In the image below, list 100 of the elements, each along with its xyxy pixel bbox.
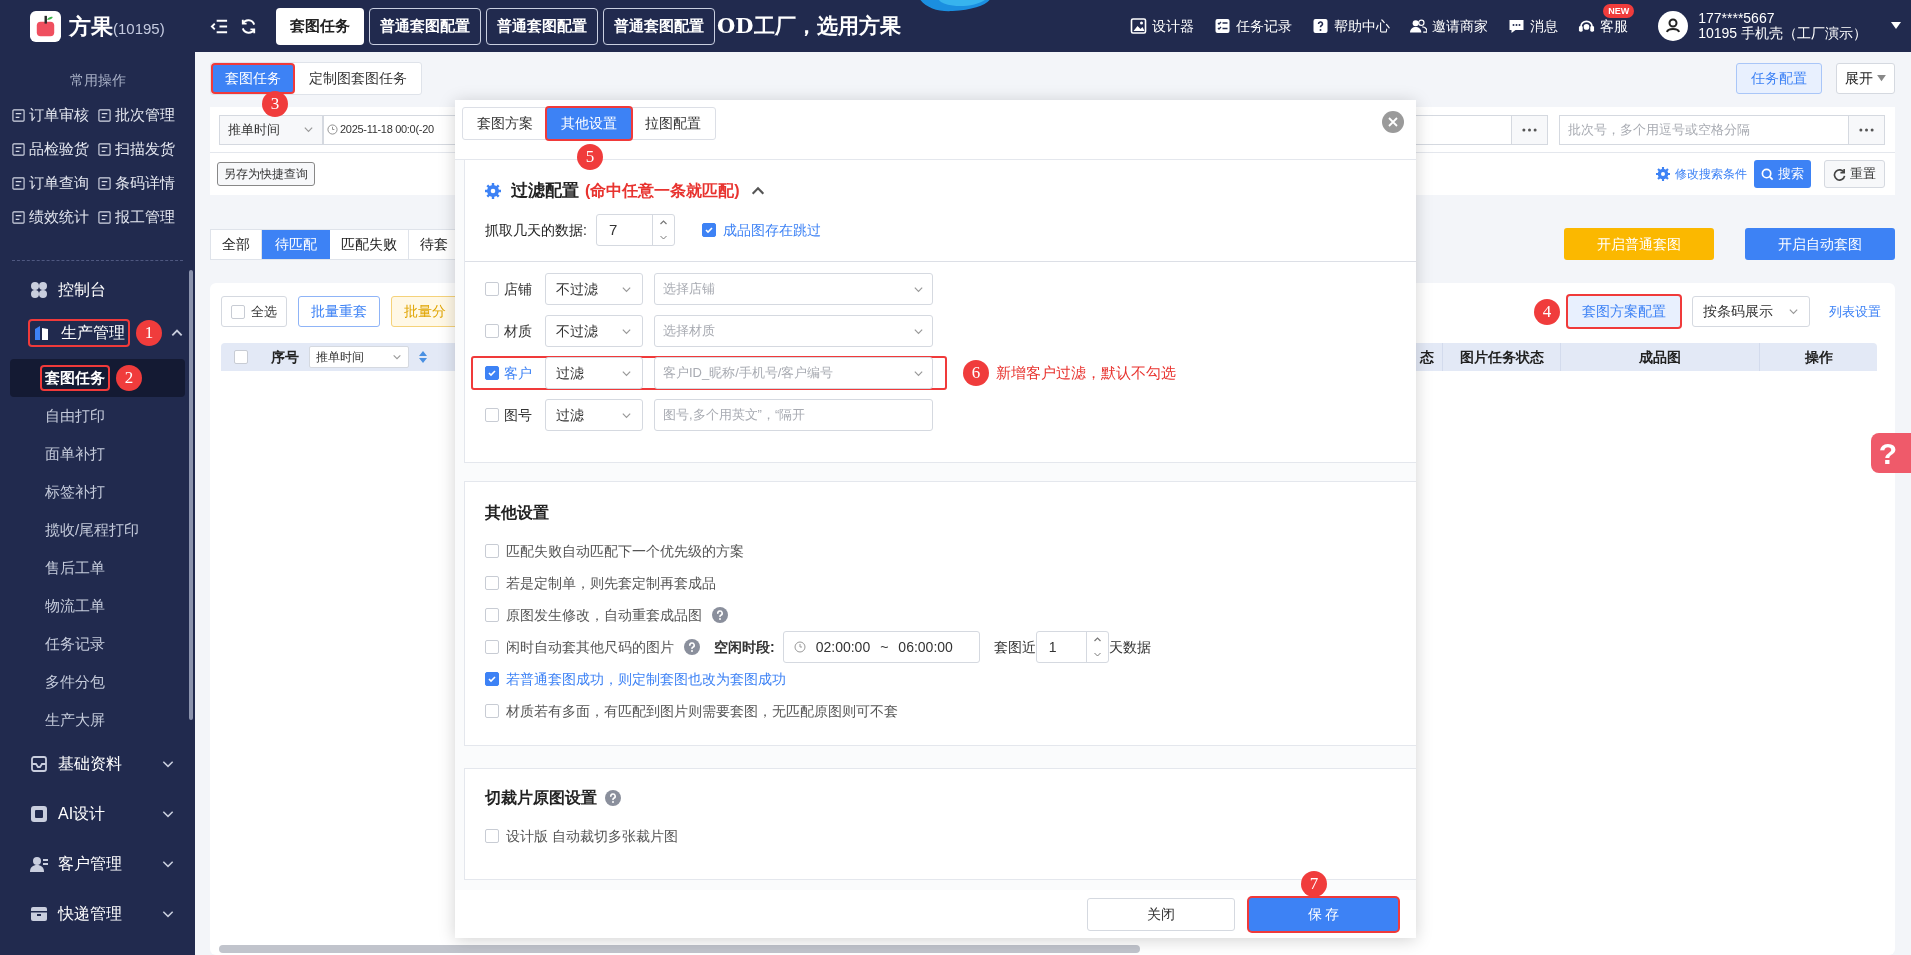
close-button[interactable]: 关闭 [1087, 897, 1235, 931]
save-button[interactable]: 保 存 [1249, 897, 1398, 931]
nav-link[interactable]: 邀请商家 [1432, 15, 1489, 37]
top-tab[interactable]: 普通套图配置 [603, 7, 715, 45]
sort-icon[interactable] [419, 351, 427, 363]
avatar-icon[interactable] [1658, 11, 1689, 41]
refresh-icon[interactable] [239, 16, 258, 36]
checkbox[interactable] [485, 829, 499, 843]
checkbox[interactable] [234, 350, 248, 364]
help-icon[interactable] [712, 607, 728, 623]
menu-item[interactable]: 基础资料 [30, 752, 122, 776]
menu-item[interactable]: 快递管理 [30, 902, 122, 926]
help-icon[interactable] [605, 790, 621, 806]
search-button[interactable]: 搜索 [1754, 160, 1811, 188]
quick-action[interactable]: 扫描发货 [114, 137, 175, 161]
quick-action[interactable]: 订单审核 [29, 103, 89, 127]
status-tab[interactable]: 待匹配 [262, 229, 330, 259]
chevron-down-icon [658, 233, 668, 242]
checkbox[interactable] [485, 282, 499, 296]
batch-input[interactable]: 批次号，多个用逗号或空格分隔 [1560, 115, 1848, 144]
checkbox[interactable] [701, 223, 716, 237]
checkbox[interactable] [485, 544, 499, 558]
input-field[interactable] [1416, 114, 1548, 145]
section-title: 其他设置 [485, 503, 550, 523]
action-button[interactable]: 开启自动套图 [1745, 228, 1895, 260]
option-label: 设计版 自动裁切多张裁片图 [506, 826, 678, 846]
checkbox[interactable] [485, 640, 499, 654]
edit-conditions-link[interactable]: 修改搜索条件 [1656, 165, 1747, 183]
column-header: 态 [1418, 347, 1435, 367]
caret-icon[interactable] [1891, 22, 1901, 30]
time-range-field[interactable]: 02:00:00 ~ 06:00:00 [782, 631, 980, 663]
gear-icon [485, 183, 501, 199]
quick-action[interactable]: 报工管理 [114, 205, 175, 229]
checkbox[interactable] [485, 672, 499, 686]
box-icon [30, 905, 48, 923]
checkbox[interactable] [485, 408, 499, 422]
submenu-item[interactable]: 生产大屏 [42, 708, 108, 732]
scrollbar-thumb[interactable] [219, 945, 1140, 953]
menu-item[interactable]: AI设计 [30, 802, 106, 826]
display-select[interactable]: 按条码展示 [1692, 296, 1810, 327]
submenu-item[interactable]: 揽收/尾程打印 [42, 518, 143, 542]
scrollbar-thumb[interactable] [189, 270, 193, 720]
submenu-item[interactable]: 标签补打 [42, 480, 108, 504]
mode-select[interactable]: 不过滤 [545, 273, 643, 305]
quick-action[interactable]: 绩效统计 [29, 205, 89, 229]
mode-select[interactable]: 过滤 [545, 357, 643, 389]
nav-link[interactable]: 任务记录 [1236, 15, 1293, 37]
reset-button[interactable]: 重置 [1824, 160, 1885, 188]
batch-field[interactable]: 批次号，多个用逗号或空格分隔 [1559, 114, 1885, 145]
quick-action[interactable]: 品检验货 [29, 137, 89, 161]
checkbox[interactable] [485, 576, 499, 590]
tray-icon [30, 755, 48, 773]
checkbox[interactable] [485, 608, 499, 622]
page-tab[interactable]: 套图任务 [213, 64, 293, 92]
menu-item[interactable]: 控制台 [30, 277, 106, 302]
top-tab[interactable]: 普通套图配置 [369, 7, 481, 45]
select-all-checkbox[interactable]: 全选 [221, 296, 287, 327]
number-input[interactable]: 7 [595, 214, 675, 246]
submenu-item[interactable]: 面单补打 [42, 442, 108, 466]
checkbox[interactable] [485, 324, 499, 338]
batch-button[interactable]: 批量重套 [298, 296, 380, 327]
more-button[interactable] [1511, 115, 1547, 144]
expand-button[interactable]: 展开 [1836, 62, 1895, 94]
top-tab[interactable]: 普通套图配置 [486, 7, 598, 45]
list-settings-link[interactable]: 列表设置 [1829, 301, 1881, 322]
page-tab[interactable]: 定制图套图任务 [297, 64, 419, 92]
submenu-item[interactable]: 套图任务 [42, 366, 108, 390]
checkbox[interactable] [485, 366, 499, 380]
submenu-item[interactable]: 售后工单 [42, 556, 108, 580]
submenu-item[interactable]: 多件分包 [42, 670, 108, 694]
mode-select[interactable]: 不过滤 [545, 315, 643, 347]
quick-action[interactable]: 订单查询 [29, 171, 89, 195]
sort-field-select[interactable]: 推单时间 [309, 346, 409, 368]
more-button[interactable] [1848, 115, 1884, 144]
nav-link[interactable]: 客服 [1600, 15, 1629, 37]
close-icon[interactable] [1382, 111, 1404, 133]
status-tab[interactable]: 匹配失败 [330, 229, 409, 259]
nav-link[interactable]: 设计器 [1152, 15, 1195, 37]
time-select[interactable]: 推单时间 [219, 114, 323, 145]
nav-link[interactable]: 消息 [1530, 15, 1559, 37]
dialog-tab[interactable]: 套图方案 [463, 108, 547, 139]
submenu-item[interactable]: 自由打印 [42, 404, 108, 428]
number-input[interactable]: 1 [1035, 631, 1109, 663]
quick-action[interactable]: 批次管理 [114, 103, 175, 127]
menu-item[interactable]: 生产管理 [30, 320, 128, 345]
save-query-button[interactable]: 另存为快捷查询 [217, 162, 315, 186]
help-icon[interactable] [684, 639, 700, 655]
menu-item[interactable]: 客户管理 [30, 852, 122, 876]
submenu-item[interactable]: 物流工单 [42, 594, 108, 618]
dialog-tab[interactable]: 拉图配置 [631, 108, 715, 139]
submenu-item[interactable]: 任务记录 [42, 632, 108, 656]
dialog-tab[interactable]: 其他设置 [547, 108, 631, 139]
mode-select[interactable]: 过滤 [545, 399, 643, 431]
user-phone: 177****5667 [1698, 11, 1776, 26]
checkbox[interactable] [485, 704, 499, 718]
section-title: 过滤配置 [511, 180, 579, 203]
nav-link[interactable]: 帮助中心 [1334, 15, 1391, 37]
quick-action[interactable]: 条码详情 [114, 171, 175, 195]
top-tab[interactable]: 套图任务 [276, 7, 364, 45]
grid-icon [30, 280, 48, 299]
